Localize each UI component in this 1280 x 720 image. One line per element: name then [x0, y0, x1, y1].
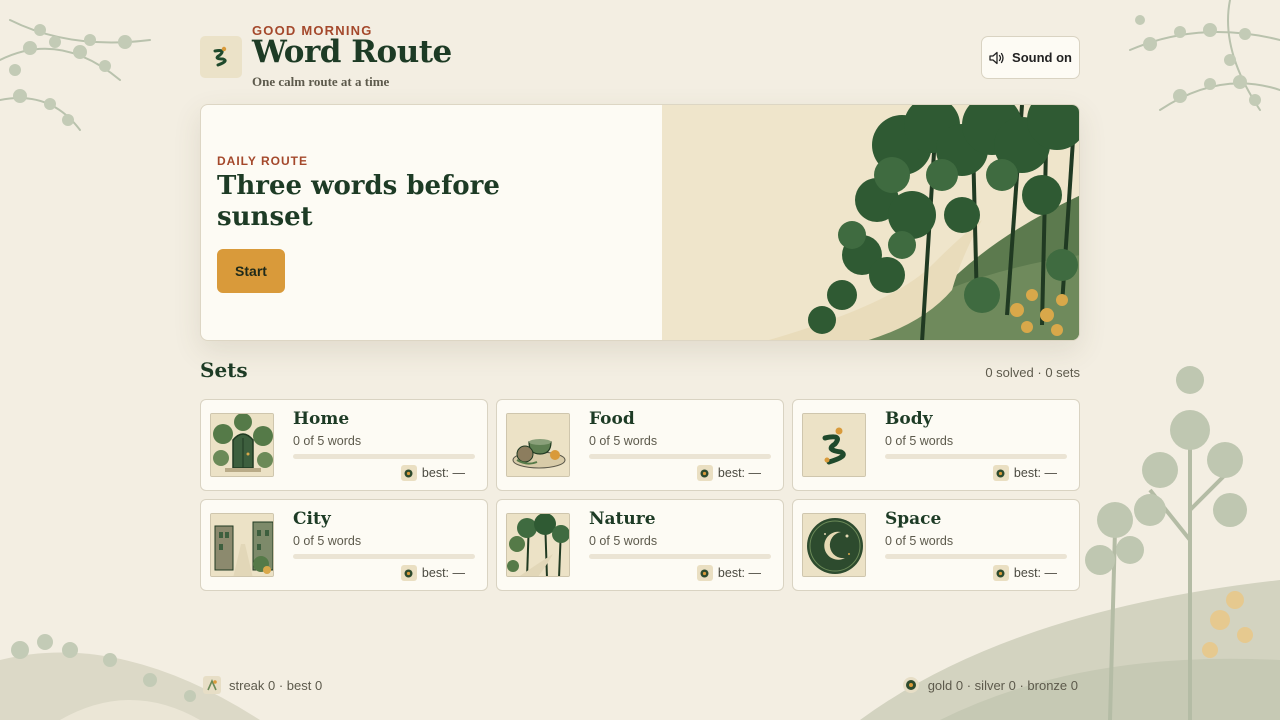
- set-card-nature[interactable]: Nature 0 of 5 words best: —: [496, 499, 784, 591]
- figure-icon: [803, 414, 865, 476]
- app-title: Word Route: [252, 34, 452, 70]
- medal-icon: [400, 465, 417, 481]
- set-progress-bar: [589, 554, 771, 559]
- medal-icon: [696, 565, 713, 581]
- streak-icon: [203, 676, 221, 694]
- app-logo: [200, 36, 242, 78]
- street-icon: [211, 514, 273, 576]
- set-name: City: [293, 509, 331, 529]
- sets-summary: 0 solved · 0 sets: [985, 365, 1080, 380]
- set-thumbnail: [506, 413, 570, 477]
- set-progress-bar: [885, 554, 1067, 559]
- hero-kicker: DAILY ROUTE: [217, 154, 309, 168]
- medal-icon: [992, 465, 1009, 481]
- set-name: Space: [885, 509, 942, 529]
- set-thumbnail: [802, 513, 866, 577]
- foliage-decoration-icon: [0, 19, 151, 131]
- speaker-icon: [989, 51, 1004, 64]
- route-logo-icon: [213, 46, 227, 67]
- forest-icon: [507, 514, 569, 576]
- set-best: best: —: [400, 464, 465, 482]
- foliage-decoration-icon: [0, 634, 260, 720]
- door-icon: [211, 414, 273, 476]
- set-progress: 0 of 5 words: [293, 434, 362, 448]
- set-progress-bar: [293, 554, 475, 559]
- set-progress: 0 of 5 words: [885, 534, 954, 548]
- set-best-label: best: —: [1013, 466, 1057, 480]
- set-card-home[interactable]: Home 0 of 5 words best: —: [200, 399, 488, 491]
- tagline: One calm route at a time: [252, 74, 390, 89]
- set-thumbnail: [506, 513, 570, 577]
- set-card-food[interactable]: Food 0 of 5 words best: —: [496, 399, 784, 491]
- sets-header: Sets 0 solved · 0 sets: [200, 356, 1080, 386]
- set-card-city[interactable]: City 0 of 5 words best: —: [200, 499, 488, 591]
- set-best-label: best: —: [717, 466, 761, 480]
- foliage-decoration-icon: [1129, 0, 1280, 111]
- set-progress: 0 of 5 words: [589, 434, 658, 448]
- daily-route-card: DAILY ROUTE Three words before sunset St…: [200, 104, 1080, 341]
- set-card-body[interactable]: Body 0 of 5 words best: —: [792, 399, 1080, 491]
- hero-heading: Three words before sunset: [217, 171, 500, 232]
- set-name: Home: [293, 409, 350, 429]
- set-progress-bar: [589, 454, 771, 459]
- set-best: best: —: [992, 464, 1057, 482]
- set-thumbnail: [802, 413, 866, 477]
- forest-path-illustration-icon: [662, 105, 1079, 340]
- set-card-space[interactable]: Space 0 of 5 words best: —: [792, 499, 1080, 591]
- set-progress-bar: [293, 454, 475, 459]
- bowl-icon: [507, 414, 569, 476]
- sets-title: Sets: [200, 358, 248, 382]
- set-thumbnail: [210, 413, 274, 477]
- set-progress: 0 of 5 words: [885, 434, 954, 448]
- sound-toggle-label: Sound on: [1012, 50, 1072, 65]
- streak-summary: streak 0 · best 0: [203, 676, 322, 694]
- set-best-label: best: —: [1013, 566, 1057, 580]
- set-name: Nature: [589, 509, 656, 529]
- set-best: best: —: [696, 464, 761, 482]
- set-name: Body: [885, 409, 933, 429]
- medal-label: gold 0 · silver 0 · bronze 0: [927, 677, 1078, 693]
- set-name: Food: [589, 409, 635, 429]
- set-progress: 0 of 5 words: [589, 534, 658, 548]
- set-best-label: best: —: [421, 566, 465, 580]
- set-progress: 0 of 5 words: [293, 534, 362, 548]
- start-button[interactable]: Start: [217, 249, 285, 293]
- medal-icon: [400, 565, 417, 581]
- sound-toggle-button[interactable]: Sound on: [981, 36, 1080, 79]
- medal-icon: [992, 565, 1009, 581]
- moon-icon: [803, 514, 865, 576]
- set-best: best: —: [992, 564, 1057, 582]
- set-best: best: —: [696, 564, 761, 582]
- medal-summary: gold 0 · silver 0 · bronze 0: [902, 676, 1078, 694]
- main-container: GOOD MORNING Word Route One calm route a…: [200, 20, 1080, 591]
- streak-label: streak 0 · best 0: [229, 677, 323, 693]
- header: GOOD MORNING Word Route One calm route a…: [200, 20, 1080, 94]
- medal-icon: [902, 677, 919, 693]
- set-best-label: best: —: [421, 466, 465, 480]
- set-best: best: —: [400, 564, 465, 582]
- set-thumbnail: [210, 513, 274, 577]
- set-best-label: best: —: [717, 566, 761, 580]
- medal-icon: [696, 465, 713, 481]
- set-progress-bar: [885, 454, 1067, 459]
